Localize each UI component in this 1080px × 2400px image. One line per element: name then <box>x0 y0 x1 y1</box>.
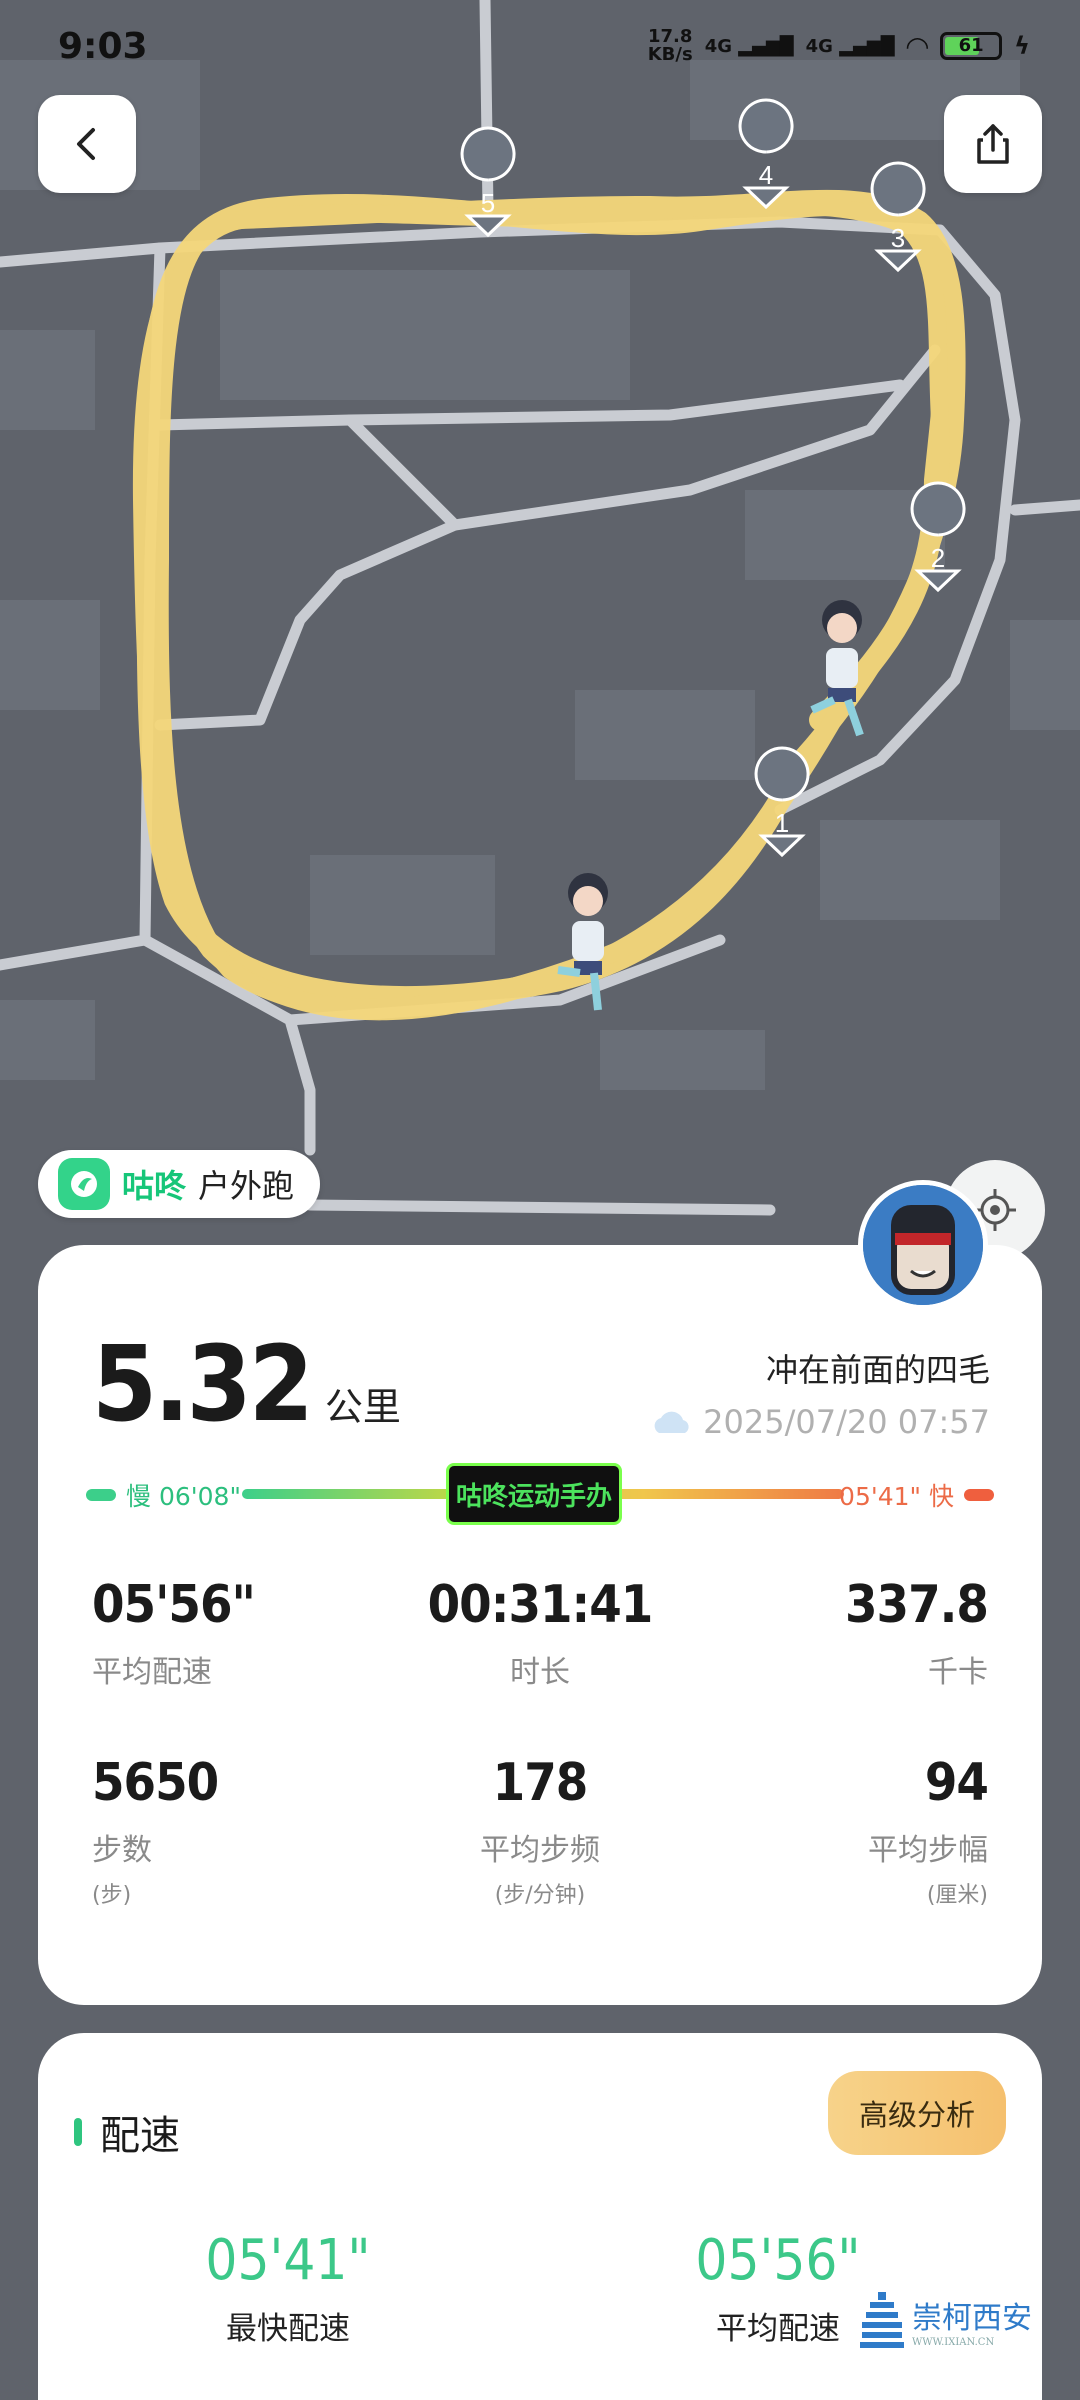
stat-value: 337.8 <box>845 1575 989 1635</box>
signal-label-2: 4G <box>805 35 833 57</box>
stat-value: 94 <box>924 1753 989 1813</box>
status-time: 9:03 <box>58 26 148 67</box>
stat-label: 时长 <box>509 1655 570 1690</box>
advanced-analysis-button[interactable]: 高级分析 <box>828 2071 1006 2155</box>
app-name: 咕咚 <box>122 1167 187 1205</box>
pace-range-bar: 慢 06'08" 咕咚运动手办 05'41" 快 <box>86 1463 994 1543</box>
distance: 5.32 公里 <box>92 1323 401 1445</box>
battery-level: 61 <box>958 35 984 56</box>
net-speed: 17.8 KB/s <box>648 28 693 64</box>
fast-indicator <box>964 1489 994 1501</box>
ai-logo-text: 咕咚运动手办 <box>455 1481 612 1512</box>
share-icon <box>977 124 1009 164</box>
stat-label: 步数 <box>92 1833 152 1868</box>
pace-title-text: 配速 <box>100 2113 180 2159</box>
fastest-pace-value: 05'41" <box>205 2228 371 2293</box>
stat-unit: (步/分钟) <box>494 1883 586 1908</box>
watermark: 崇柯西安 WWW.IXIAN.CN <box>860 2290 1032 2350</box>
fastest-pace-label: 最快配速 <box>226 2311 350 2347</box>
pace-slow: 慢 06'08" <box>86 1477 241 1513</box>
lap-marker-label: 1 <box>775 808 789 838</box>
share-button[interactable] <box>944 95 1042 193</box>
stat-value: 178 <box>492 1753 589 1813</box>
stat-label: 平均步幅 <box>867 1833 988 1868</box>
net-speed-unit: KB/s <box>647 44 693 65</box>
fastest-pace: 05'41" 最快配速 <box>138 2228 438 2348</box>
stat-label: 平均步频 <box>479 1833 600 1868</box>
signal-label: 4G <box>704 35 733 57</box>
svg-text:2: 2 <box>931 543 945 573</box>
stat-duration: 00:31:41 时长 <box>391 1575 690 1691</box>
stat-value: 00:31:41 <box>427 1575 654 1635</box>
stat-value: 5650 <box>92 1753 219 1813</box>
ai-figure-logo[interactable]: 咕咚运动手办 <box>446 1463 622 1525</box>
average-pace-label: 平均配速 <box>716 2311 840 2347</box>
app-logo-icon <box>58 1158 110 1210</box>
slow-indicator <box>86 1489 116 1501</box>
stat-label: 平均配速 <box>92 1655 212 1690</box>
sport-type: 户外跑 <box>198 1167 295 1205</box>
pagoda-icon <box>860 2292 904 2348</box>
stat-label: 千卡 <box>927 1655 988 1690</box>
cloud-icon <box>654 1411 689 1433</box>
avatar-image <box>863 1185 983 1305</box>
user-avatar[interactable] <box>858 1180 988 1310</box>
status-icons: 17.8 KB/s 4G ▂▄▆█ 4G ▂▄▆█ ◠ 61 ϟ <box>648 28 1030 64</box>
stat-unit: (厘米) <box>926 1883 988 1908</box>
svg-text:3: 3 <box>891 223 905 253</box>
username[interactable]: 冲在前面的四毛 <box>766 1345 990 1391</box>
status-bar: 9:03 17.8 KB/s 4G ▂▄▆█ 4G ▂▄▆█ ◠ 61 ϟ <box>0 0 1080 96</box>
stats-grid: 05'56" 平均配速 00:31:41 时长 337.8 千卡 5650 步数… <box>92 1575 989 1909</box>
stat-avg-pace: 05'56" 平均配速 <box>92 1575 391 1691</box>
stat-stride: 94 平均步幅 (厘米) <box>689 1753 989 1909</box>
pace-fast: 05'41" 快 <box>839 1477 994 1513</box>
pace-slow-label: 慢 06'08" <box>126 1482 241 1511</box>
run-datetime: 2025/07/20 07:57 <box>649 1403 990 1441</box>
signal-icon-2: 4G ▂▄▆█ <box>805 35 895 57</box>
average-pace-value: 05'56" <box>695 2228 861 2293</box>
signal-icon: 4G ▂▄▆█ <box>704 35 794 57</box>
watermark-text: 崇柯西安 <box>912 2300 1032 2336</box>
title-accent <box>74 2118 82 2146</box>
svg-text:4: 4 <box>759 160 773 190</box>
stat-value: 05'56" <box>92 1575 256 1635</box>
stat-calories: 337.8 千卡 <box>689 1575 989 1691</box>
summary-card: 5.32 公里 冲在前面的四毛 2025/07/20 07:57 慢 06'08… <box>38 1245 1042 2005</box>
datetime-text: 2025/07/20 07:57 <box>703 1403 990 1441</box>
charging-icon: ϟ <box>1014 32 1030 60</box>
chevron-left-icon <box>77 128 95 160</box>
pace-section-title: 配速 <box>74 2103 180 2161</box>
stat-steps: 5650 步数 (步) <box>92 1753 391 1909</box>
back-button[interactable] <box>38 95 136 193</box>
stat-unit: (步) <box>92 1883 132 1908</box>
watermark-url: WWW.IXIAN.CN <box>912 2336 995 2348</box>
wifi-icon: ◠ <box>906 29 929 63</box>
distance-unit: 公里 <box>324 1385 401 1429</box>
battery-icon: 61 <box>940 32 1003 60</box>
svg-text:5: 5 <box>481 188 495 218</box>
stat-cadence: 178 平均步频 (步/分钟) <box>391 1753 690 1909</box>
pace-fast-label: 05'41" 快 <box>839 1482 954 1511</box>
sport-badge: 咕咚 户外跑 <box>38 1150 321 1218</box>
distance-value: 5.32 <box>92 1323 314 1445</box>
